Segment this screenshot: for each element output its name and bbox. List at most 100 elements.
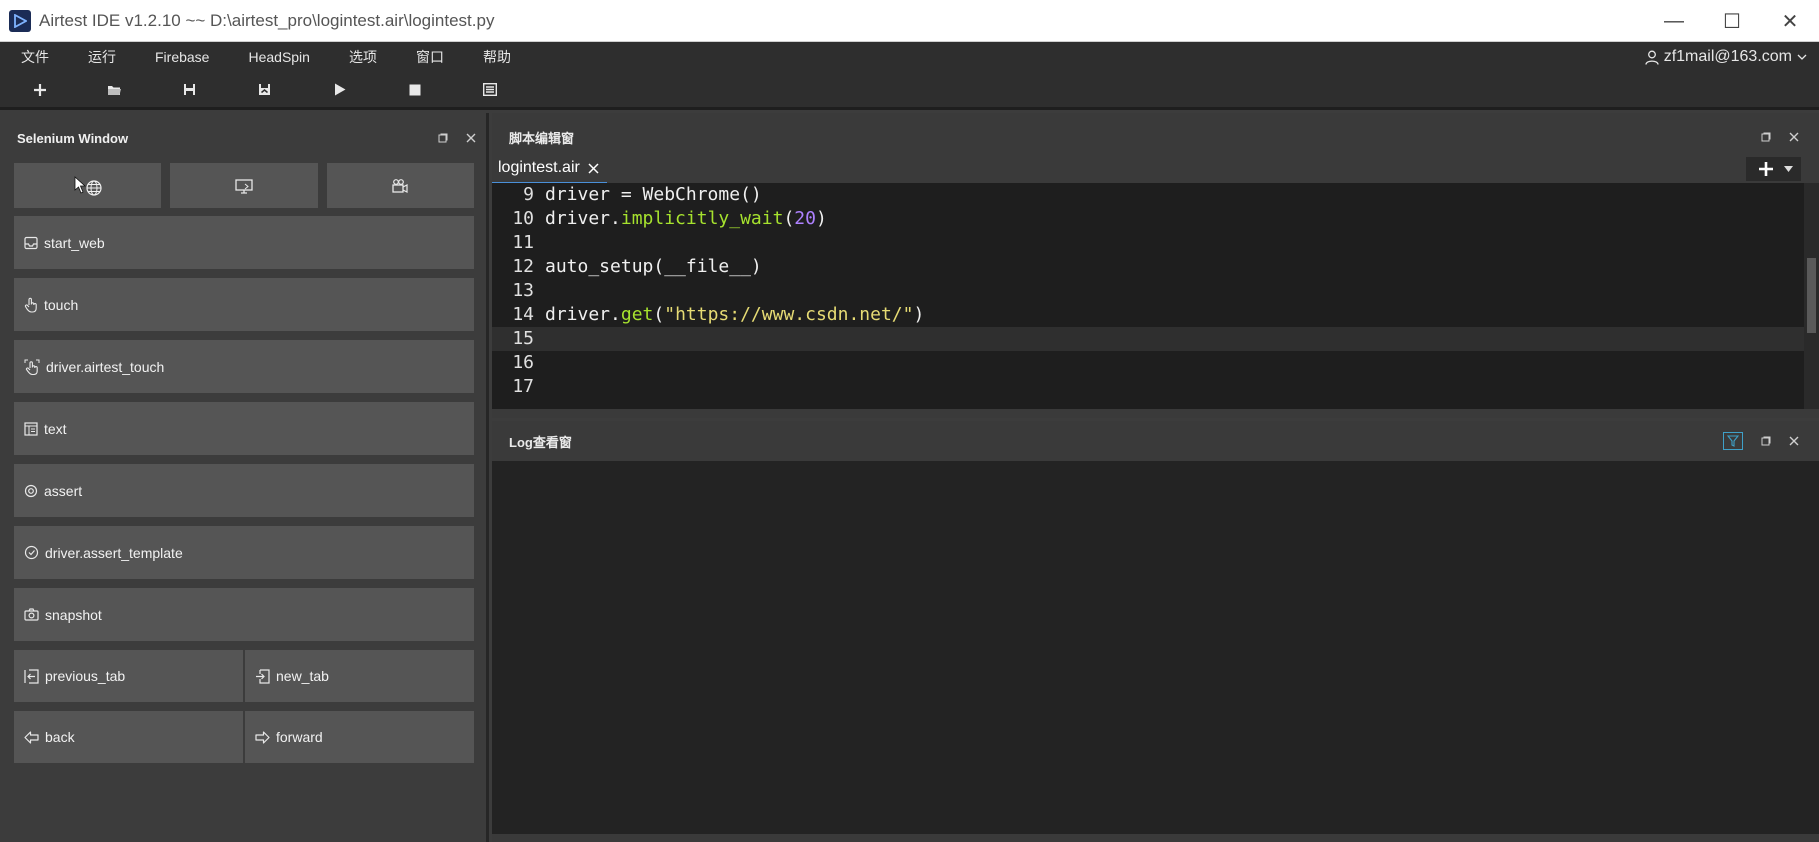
new-tab-label: new_tab <box>276 668 329 684</box>
tab-previous-icon <box>24 668 39 684</box>
selenium-panel-title: Selenium Window <box>17 130 129 146</box>
tab-commands-row: previous_tab new_tab <box>14 650 474 702</box>
close-window-button[interactable]: ✕ <box>1761 0 1819 42</box>
start-web-label: start_web <box>44 234 105 251</box>
user-icon <box>1645 50 1659 65</box>
menu-bar: 文件 运行 Firebase HeadSpin 选项 窗口 帮助 zf1mail… <box>0 42 1819 72</box>
target-icon <box>24 484 38 497</box>
menu-file[interactable]: 文件 <box>0 47 67 67</box>
text-label: text <box>44 420 67 437</box>
user-account[interactable]: zf1mail@163.com <box>1645 42 1807 72</box>
open-folder-icon <box>108 85 121 95</box>
touch-button[interactable]: touch <box>14 278 474 331</box>
log-filter-button[interactable] <box>1723 432 1743 450</box>
save-icon <box>184 84 195 95</box>
minimize-button[interactable]: — <box>1645 0 1703 42</box>
editor-panel-header: 脚本编辑窗 <box>492 113 1819 161</box>
menu-window[interactable]: 窗口 <box>395 47 462 67</box>
maximize-button[interactable]: ☐ <box>1703 0 1761 42</box>
code-line[interactable]: 17 <box>492 375 1804 399</box>
code-text: auto_setup(__file__) <box>534 255 762 279</box>
log-list-icon <box>482 83 497 96</box>
play-icon <box>334 83 345 96</box>
user-email: zf1mail@163.com <box>1663 48 1792 65</box>
close-panel-icon[interactable] <box>466 133 476 143</box>
plus-icon <box>33 83 46 96</box>
save-as-icon <box>259 84 270 95</box>
arrow-right-icon <box>255 730 270 744</box>
previous-tab-button[interactable]: previous_tab <box>14 650 243 702</box>
text-box-icon <box>24 421 38 436</box>
code-text: driver.get("https://www.csdn.net/") <box>534 303 924 327</box>
close-panel-icon[interactable] <box>1789 132 1799 142</box>
run-button[interactable] <box>302 71 377 109</box>
save-as-button[interactable] <box>227 71 302 109</box>
code-line[interactable]: 15 <box>492 327 1804 351</box>
navigation-commands-row: back forward <box>14 711 474 763</box>
stop-button[interactable] <box>377 71 452 109</box>
menu-help[interactable]: 帮助 <box>462 47 529 67</box>
line-number: 10 <box>512 208 534 229</box>
log-horizontal-scrollbar[interactable] <box>492 834 1819 842</box>
code-line[interactable]: 16 <box>492 351 1804 375</box>
line-number: 14 <box>512 304 534 325</box>
touch-label: touch <box>44 296 79 313</box>
editor-scrollbar-thumb[interactable] <box>1807 258 1816 333</box>
file-tab-label: logintest.air <box>498 159 580 176</box>
menu-firebase[interactable]: Firebase <box>134 49 227 65</box>
code-token: driver = WebChrome() <box>545 184 762 205</box>
record-mode-button[interactable] <box>326 163 474 208</box>
code-line[interactable]: 9 driver = WebChrome() <box>492 183 1804 207</box>
open-folder-button[interactable] <box>77 71 152 109</box>
code-line[interactable]: 12 auto_setup(__file__) <box>492 255 1804 279</box>
forward-label: forward <box>276 729 323 745</box>
editor-scrollbar[interactable] <box>1804 183 1819 409</box>
snapshot-button[interactable]: snapshot <box>14 588 474 641</box>
code-token: implicitly_wait <box>620 208 784 229</box>
float-window-icon[interactable] <box>438 133 448 143</box>
screen-icon <box>235 178 253 194</box>
add-tab-button[interactable] <box>1746 157 1801 181</box>
airtest-touch-label: driver.airtest_touch <box>46 358 165 375</box>
menu-run[interactable]: 运行 <box>67 47 134 67</box>
code-line[interactable]: 13 <box>492 279 1804 303</box>
start-web-button[interactable]: start_web <box>14 216 474 269</box>
file-tab-logintest[interactable]: logintest.air <box>492 154 607 184</box>
tab-enter-icon <box>256 668 270 684</box>
editor-tab-strip: logintest.air <box>492 154 607 184</box>
editor-panel-title: 脚本编辑窗 <box>509 130 575 146</box>
new-tab-button[interactable]: new_tab <box>245 650 474 702</box>
float-window-icon[interactable] <box>1761 132 1771 142</box>
line-number: 15 <box>512 328 534 349</box>
airtest-touch-button[interactable]: driver.airtest_touch <box>14 340 474 393</box>
web-mode-button[interactable] <box>14 163 162 208</box>
menu-headspin[interactable]: HeadSpin <box>227 49 328 65</box>
text-button[interactable]: text <box>14 402 474 455</box>
float-window-icon[interactable] <box>1761 436 1771 446</box>
assert-button[interactable]: assert <box>14 464 474 517</box>
line-number: 13 <box>512 280 534 301</box>
save-button[interactable] <box>152 71 227 109</box>
back-button[interactable]: back <box>14 711 243 763</box>
log-content-area[interactable] <box>492 461 1819 834</box>
code-line[interactable]: 11 <box>492 231 1804 255</box>
screen-mode-button[interactable] <box>170 163 318 208</box>
previous-tab-label: previous_tab <box>45 668 126 684</box>
close-panel-icon[interactable] <box>1789 436 1799 446</box>
forward-button[interactable]: forward <box>245 711 474 763</box>
code-line[interactable]: 14 driver.get("https://www.csdn.net/") <box>492 303 1804 327</box>
code-line[interactable]: 10 driver.implicitly_wait(20) <box>492 207 1804 231</box>
assert-template-button[interactable]: driver.assert_template <box>14 526 474 579</box>
code-text: driver = WebChrome() <box>534 183 762 207</box>
target-check-icon <box>24 545 39 560</box>
close-tab-icon[interactable] <box>588 162 599 174</box>
new-script-button[interactable] <box>2 71 77 109</box>
code-token: ( <box>653 304 665 325</box>
menu-options[interactable]: 选项 <box>328 47 395 67</box>
report-button[interactable] <box>452 71 527 109</box>
code-editor[interactable]: 9 driver = WebChrome() 10 driver.implicitly… <box>492 183 1804 409</box>
